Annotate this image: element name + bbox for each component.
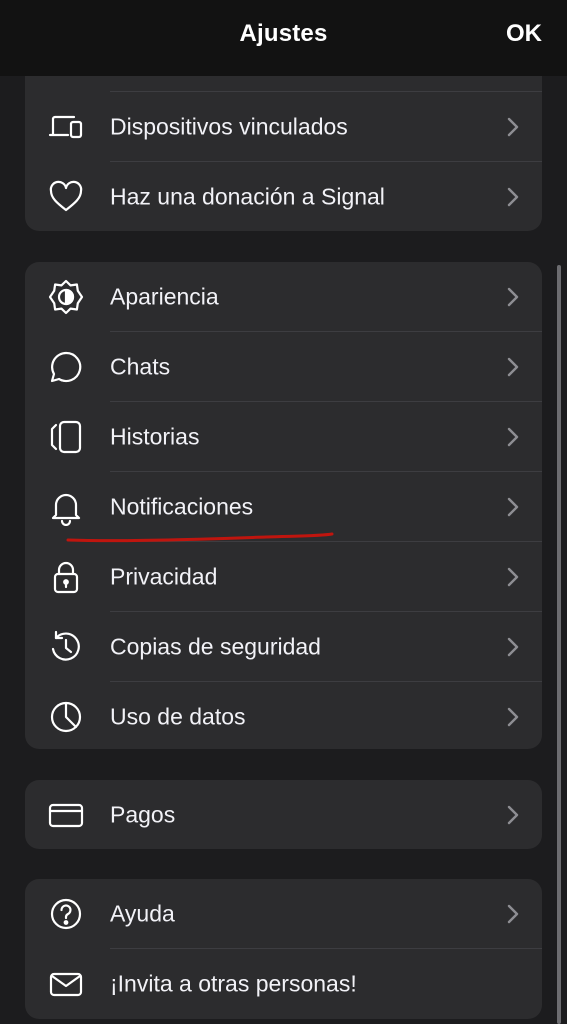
bell-icon xyxy=(47,488,85,526)
row-stories[interactable]: Historias xyxy=(25,402,542,472)
row-label: ¡Invita a otras personas! xyxy=(110,970,357,997)
chevron-right-icon xyxy=(506,356,520,378)
row-chats[interactable]: Chats xyxy=(25,332,542,402)
row-privacy[interactable]: Privacidad xyxy=(25,542,542,612)
stories-icon xyxy=(47,418,85,456)
chevron-right-icon xyxy=(506,636,520,658)
card-icon xyxy=(47,796,85,834)
chevron-right-icon xyxy=(506,186,520,208)
lock-icon xyxy=(47,558,85,596)
row-label: Apariencia xyxy=(110,283,219,310)
row-label: Notificaciones xyxy=(110,493,254,520)
mail-icon xyxy=(47,965,85,1003)
chevron-right-icon xyxy=(506,116,520,138)
heart-icon xyxy=(47,178,85,216)
row-label: Uso de datos xyxy=(110,703,246,730)
row-linked-devices[interactable]: Dispositivos vinculados xyxy=(25,92,542,162)
row-invite[interactable]: ¡Invita a otras personas! xyxy=(25,949,542,1019)
row-label: Ayuda xyxy=(110,900,175,927)
linked-devices-icon xyxy=(47,108,85,146)
settings-screen: Dispositivos vinculados Haz una donación… xyxy=(0,0,567,1024)
done-button[interactable]: OK xyxy=(506,20,542,48)
row-label: Privacidad xyxy=(110,563,218,590)
row-label: Historias xyxy=(110,423,200,450)
row-label: Haz una donación a Signal xyxy=(110,183,385,210)
row-appearance[interactable]: Apariencia xyxy=(25,262,542,332)
row-notifications[interactable]: Notificaciones xyxy=(25,472,542,542)
appearance-icon xyxy=(47,278,85,316)
row-label: Pagos xyxy=(110,801,176,827)
backup-clock-icon xyxy=(47,628,85,666)
chevron-right-icon xyxy=(506,286,520,308)
chat-bubble-icon xyxy=(47,348,85,386)
help-icon xyxy=(47,895,85,933)
chevron-right-icon xyxy=(506,903,520,925)
row-label: Copias de seguridad xyxy=(110,633,321,660)
row-donate[interactable]: Haz una donación a Signal xyxy=(25,162,542,231)
chevron-right-icon xyxy=(506,706,520,728)
chevron-right-icon xyxy=(506,426,520,448)
group-payments: Pagos xyxy=(25,780,542,849)
group-preferences: Apariencia Chats Historias Notificacione… xyxy=(25,262,542,749)
row-backups[interactable]: Copias de seguridad xyxy=(25,612,542,682)
scrollbar[interactable] xyxy=(557,265,561,1024)
row-label: Chats xyxy=(110,353,171,380)
group-help: Ayuda ¡Invita a otras personas! xyxy=(25,879,542,1019)
group-account: Dispositivos vinculados Haz una donación… xyxy=(25,50,542,231)
row-help[interactable]: Ayuda xyxy=(25,879,542,949)
chevron-right-icon xyxy=(506,496,520,518)
pie-chart-icon xyxy=(47,698,85,736)
navigation-bar: Ajustes OK xyxy=(0,0,567,76)
chevron-right-icon xyxy=(506,566,520,588)
row-data-usage[interactable]: Uso de datos xyxy=(25,682,542,749)
chevron-right-icon xyxy=(506,804,520,826)
row-payments[interactable]: Pagos xyxy=(25,780,542,849)
row-label: Dispositivos vinculados xyxy=(110,113,348,140)
page-title: Ajustes xyxy=(239,20,328,47)
